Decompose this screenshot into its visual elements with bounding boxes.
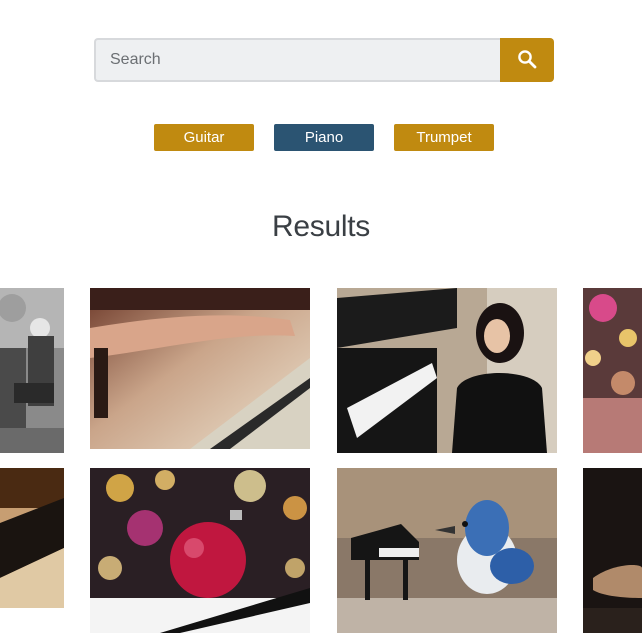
result-image-pink-bokeh[interactable] — [583, 288, 642, 453]
search-input[interactable] — [94, 38, 500, 82]
result-image-woman-at-piano[interactable] — [337, 288, 557, 453]
filter-piano-button[interactable]: Piano — [274, 124, 374, 151]
result-image-elderly-pianist[interactable] — [0, 288, 64, 453]
result-image-warm-keys[interactable] — [0, 468, 64, 608]
results-title: Results — [272, 210, 370, 243]
filter-guitar-button[interactable]: Guitar — [154, 124, 254, 151]
result-image-dark-hand[interactable] — [583, 468, 642, 633]
search-icon — [517, 49, 537, 72]
search-button[interactable] — [500, 38, 554, 82]
search-bar — [94, 38, 554, 82]
result-image-ornament-on-piano[interactable] — [90, 468, 310, 633]
filter-trumpet-button[interactable]: Trumpet — [394, 124, 494, 151]
result-image-blue-jay-toy-piano[interactable] — [337, 468, 557, 633]
result-image-hands-on-keys[interactable] — [90, 288, 310, 449]
